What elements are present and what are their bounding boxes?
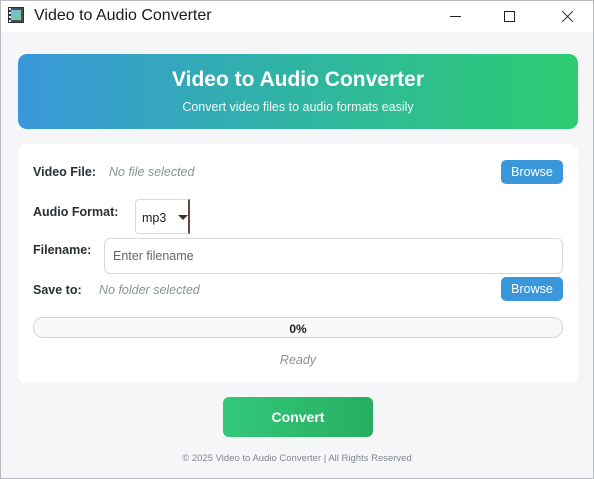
audio-format-select[interactable]: mp3	[135, 199, 190, 234]
window-title: Video to Audio Converter	[34, 7, 212, 24]
progress-text: 0%	[289, 322, 307, 336]
footer-copyright: © 2025 Video to Audio Converter | All Ri…	[182, 453, 412, 464]
app-icon	[8, 7, 24, 23]
browse-folder-button[interactable]: Browse	[501, 277, 563, 301]
maximize-icon	[503, 11, 515, 22]
maximize-button[interactable]	[486, 1, 532, 32]
audio-format-value: mp3	[142, 211, 167, 225]
video-file-label: Video File:	[33, 165, 96, 179]
video-file-path: No file selected	[109, 165, 195, 179]
progress-bar: 0%	[33, 317, 563, 338]
page-title: Video to Audio Converter	[171, 68, 425, 91]
title-bar: Video to Audio Converter	[1, 1, 593, 32]
minimize-icon	[449, 16, 461, 17]
close-button[interactable]	[544, 1, 590, 32]
status-text: Ready	[279, 353, 317, 367]
header-banner: Video to Audio Converter Convert video f…	[18, 54, 578, 129]
browse-video-button[interactable]: Browse	[501, 160, 563, 184]
form-panel: Video File: No file selected Browse Audi…	[18, 144, 578, 383]
close-icon	[561, 10, 574, 23]
minimize-button[interactable]	[432, 1, 478, 32]
filename-input[interactable]	[104, 238, 563, 274]
page-subtitle: Convert video files to audio formats eas…	[182, 100, 414, 114]
filename-label: Filename:	[33, 243, 92, 257]
audio-format-label: Audio Format:	[33, 205, 119, 219]
chevron-down-icon	[178, 215, 188, 220]
convert-button[interactable]: Convert	[223, 397, 373, 437]
app-window: Video to Audio Converter Video to Audio …	[0, 0, 594, 479]
save-to-label: Save to:	[33, 283, 82, 297]
save-to-path: No folder selected	[99, 283, 200, 297]
